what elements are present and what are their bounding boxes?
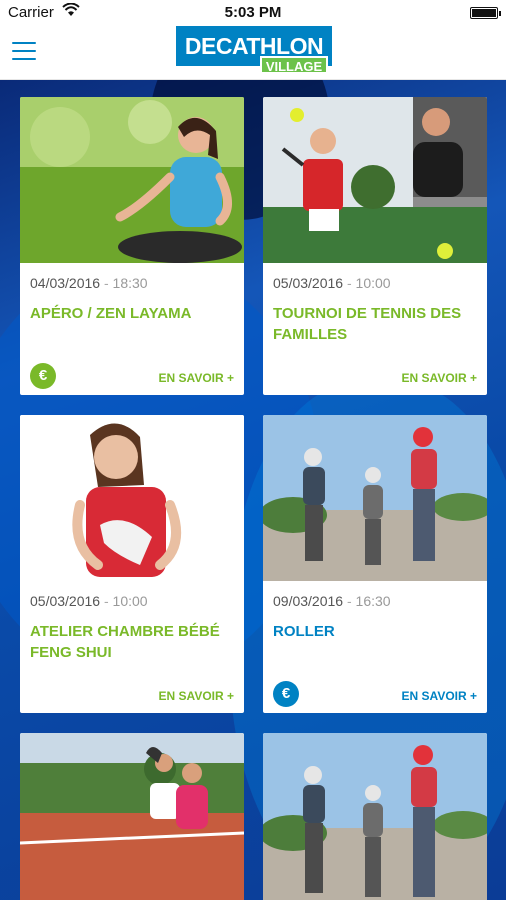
battery-icon xyxy=(470,7,501,19)
event-date-value: 05/03/2016 xyxy=(273,275,344,291)
event-card[interactable]: 05/03/2016 - 10:00 TOURNOI DE TENNIS DES… xyxy=(263,97,487,395)
event-time-value: 18:30 xyxy=(112,275,148,291)
event-photo-roller xyxy=(263,415,487,581)
event-photo-woman xyxy=(20,415,244,581)
event-date: 05/03/2016 - 10:00 xyxy=(273,275,391,291)
decathlon-village-logo: DECATHLON VILLAGE xyxy=(176,26,332,78)
event-date: 05/03/2016 - 10:00 xyxy=(30,593,148,609)
event-title: TOURNOI DE TENNIS DES FAMILLES xyxy=(273,305,462,343)
event-photo-roller-2 xyxy=(263,733,487,900)
date-separator: - xyxy=(100,275,113,291)
logo-sub-text: VILLAGE xyxy=(260,56,328,74)
date-separator: - xyxy=(343,275,356,291)
event-date: 04/03/2016 - 18:30 xyxy=(30,275,148,291)
event-card[interactable] xyxy=(263,733,487,900)
event-time-value: 10:00 xyxy=(112,593,148,609)
event-card[interactable]: 09/03/2016 - 16:30 ROLLER € EN SAVOIR + xyxy=(263,415,487,713)
events-list[interactable]: 04/03/2016 - 18:30 APÉRO / ZEN LAYAMA € … xyxy=(0,80,506,900)
event-date-value: 05/03/2016 xyxy=(30,593,101,609)
date-separator: - xyxy=(100,593,113,609)
app-header: DECATHLON VILLAGE xyxy=(0,26,506,80)
event-title: ROLLER xyxy=(273,623,335,640)
date-separator: - xyxy=(343,593,356,609)
event-title: ATELIER CHAMBRE BÉBÉ FENG SHUI xyxy=(30,623,220,661)
event-photo-tennis xyxy=(263,97,487,263)
hamburger-menu-icon[interactable] xyxy=(12,42,36,62)
event-card[interactable]: 05/03/2016 - 10:00 ATELIER CHAMBRE BÉBÉ … xyxy=(20,415,244,713)
learn-more-link[interactable]: EN SAVOIR + xyxy=(159,371,234,385)
event-time-value: 10:00 xyxy=(355,275,391,291)
event-time-value: 16:30 xyxy=(355,593,391,609)
learn-more-link[interactable]: EN SAVOIR + xyxy=(159,689,234,703)
event-card[interactable] xyxy=(20,733,244,900)
event-card[interactable]: 04/03/2016 - 18:30 APÉRO / ZEN LAYAMA € … xyxy=(20,97,244,395)
event-photo-tennis-couple xyxy=(20,733,244,900)
status-bar: Carrier 5:03 PM xyxy=(0,0,506,26)
learn-more-link[interactable]: EN SAVOIR + xyxy=(402,371,477,385)
learn-more-link[interactable]: EN SAVOIR + xyxy=(402,689,477,703)
event-photo-yoga xyxy=(20,97,244,263)
event-date: 09/03/2016 - 16:30 xyxy=(273,593,391,609)
euro-icon: € xyxy=(273,681,299,707)
clock: 5:03 PM xyxy=(224,4,282,21)
event-title: APÉRO / ZEN LAYAMA xyxy=(30,305,192,322)
euro-icon: € xyxy=(30,363,56,389)
event-date-value: 09/03/2016 xyxy=(273,593,344,609)
event-date-value: 04/03/2016 xyxy=(30,275,101,291)
